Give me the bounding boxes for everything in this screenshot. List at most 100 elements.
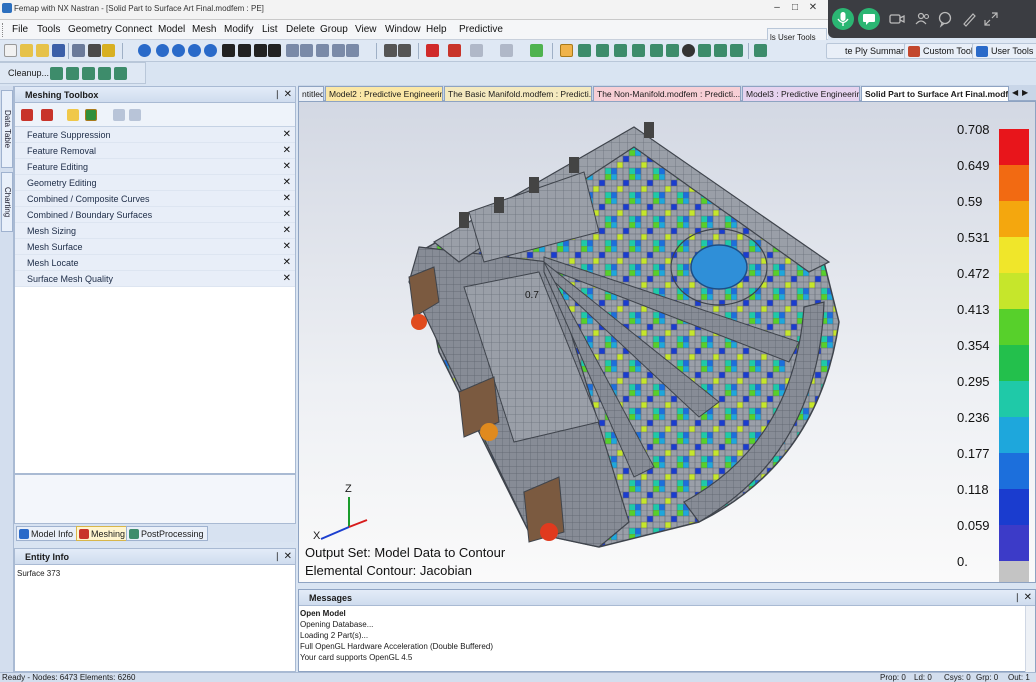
- doc-tab-untitled[interactable]: ntitled: [298, 86, 324, 101]
- close-icon[interactable]: ✕: [283, 241, 291, 252]
- toolbox-tool-2-icon[interactable]: [41, 109, 53, 121]
- workplane-icon[interactable]: [530, 44, 543, 57]
- cleanup-tool-3-icon[interactable]: [82, 67, 95, 80]
- view-left-icon[interactable]: [156, 44, 169, 57]
- close-icon[interactable]: ✕: [283, 145, 291, 156]
- menu-help[interactable]: Help: [426, 24, 447, 35]
- measure-icon[interactable]: [102, 44, 115, 57]
- pin-icon[interactable]: ❘: [1013, 592, 1021, 603]
- tool-item-feature-suppression[interactable]: Feature Suppression ✕: [15, 127, 295, 143]
- open-model-icon[interactable]: [36, 44, 49, 57]
- zoom-out-icon[interactable]: [300, 44, 313, 57]
- new-file-icon[interactable]: [4, 44, 17, 57]
- element-quality-icon[interactable]: [682, 44, 695, 57]
- doc-tab-non-manifold[interactable]: The Non-Manifold.modfem : Predicti...: [593, 86, 741, 101]
- close-icon[interactable]: ✕: [1024, 592, 1032, 603]
- zoom-fit-icon[interactable]: [332, 44, 345, 57]
- microphone-icon[interactable]: [832, 8, 854, 30]
- menu-delete[interactable]: Delete: [286, 24, 315, 35]
- doc-tab-model2[interactable]: Model2 : Predictive Engineering: [325, 86, 443, 101]
- close-button[interactable]: ✕: [804, 2, 822, 16]
- sum-icon[interactable]: [88, 44, 101, 57]
- graphics-viewport[interactable]: Z X 0.7 Output Set: Model Data to Contou…: [298, 101, 1036, 583]
- zoom-box-icon[interactable]: [316, 44, 329, 57]
- mesh-tool-1-icon[interactable]: [578, 44, 591, 57]
- zoom-in-icon[interactable]: [286, 44, 299, 57]
- arrow-left-icon[interactable]: [754, 44, 767, 57]
- close-icon[interactable]: ✕: [283, 209, 291, 220]
- toolbox-tool-6-icon[interactable]: [129, 109, 141, 121]
- comment-icon[interactable]: [934, 8, 956, 30]
- view-right-icon[interactable]: [172, 44, 185, 57]
- close-icon[interactable]: ✕: [284, 89, 292, 100]
- custom-tools-button[interactable]: Custom Tools: [904, 43, 983, 59]
- mesh-tool-2-icon[interactable]: [596, 44, 609, 57]
- view-up-icon[interactable]: [188, 44, 201, 57]
- toolbox-tool-5-icon[interactable]: [113, 109, 125, 121]
- axis-z-icon[interactable]: [254, 44, 267, 57]
- close-icon[interactable]: ✕: [284, 551, 292, 562]
- cleanup-tool-1-icon[interactable]: [50, 67, 63, 80]
- tool-item-surface-mesh-quality[interactable]: Surface Mesh Quality ✕: [15, 271, 295, 287]
- doc-tab-basic-manifold[interactable]: The Basic Manifold.modfem : Predicti...: [444, 86, 592, 101]
- tool-item-feature-removal[interactable]: Feature Removal ✕: [15, 143, 295, 159]
- chat-icon[interactable]: [858, 8, 880, 30]
- charting-tab[interactable]: Charting: [1, 172, 13, 232]
- camera-icon[interactable]: [886, 8, 908, 30]
- post-icon[interactable]: [448, 44, 461, 57]
- ply-summary-button[interactable]: te Ply Summary: [826, 43, 914, 59]
- cleanup-tool-5-icon[interactable]: [114, 67, 127, 80]
- tool-item-feature-editing[interactable]: Feature Editing ✕: [15, 159, 295, 175]
- tab-scroll-left-icon[interactable]: ◀: [1012, 88, 1018, 97]
- tool-item-combined-curves[interactable]: Combined / Composite Curves ✕: [15, 191, 295, 207]
- toolbox-tool-4-icon[interactable]: [85, 109, 97, 121]
- render-icon[interactable]: [426, 44, 439, 57]
- close-icon[interactable]: ✕: [283, 193, 291, 204]
- close-icon[interactable]: ✕: [283, 257, 291, 268]
- tool-item-mesh-sizing[interactable]: Mesh Sizing ✕: [15, 223, 295, 239]
- tab-model-info[interactable]: Model Info: [16, 526, 78, 541]
- menu-predictive[interactable]: Predictive: [459, 24, 503, 35]
- toolbox-tool-3-icon[interactable]: [67, 109, 79, 121]
- menu-connect[interactable]: Connect: [115, 24, 152, 35]
- pin-icon[interactable]: ❘: [273, 551, 281, 562]
- close-icon[interactable]: ✕: [283, 273, 291, 284]
- magnify-icon[interactable]: [346, 44, 359, 57]
- pin-icon[interactable]: ❘: [273, 89, 281, 100]
- menu-file[interactable]: File: [12, 24, 28, 35]
- grid-icon[interactable]: [384, 44, 397, 57]
- toolbox-tool-1-icon[interactable]: [21, 109, 33, 121]
- mesh-tool-4-icon[interactable]: [632, 44, 645, 57]
- mesh-tool-3-icon[interactable]: [614, 44, 627, 57]
- close-icon[interactable]: ✕: [283, 225, 291, 236]
- close-icon[interactable]: ✕: [283, 177, 291, 188]
- user-tools-button[interactable]: User Tools: [972, 43, 1036, 59]
- open-folder-icon[interactable]: [20, 44, 33, 57]
- people-icon[interactable]: [912, 8, 934, 30]
- close-icon[interactable]: ✕: [283, 161, 291, 172]
- tab-scroll-right-icon[interactable]: ▶: [1022, 88, 1028, 97]
- tool-item-mesh-surface[interactable]: Mesh Surface ✕: [15, 239, 295, 255]
- mesh-tool-7-icon[interactable]: [698, 44, 711, 57]
- axis-x-icon[interactable]: [222, 44, 235, 57]
- tool-item-mesh-locate[interactable]: Mesh Locate ✕: [15, 255, 295, 271]
- mesh-tool-5-icon[interactable]: [650, 44, 663, 57]
- menu-mesh[interactable]: Mesh: [192, 24, 216, 35]
- messages-scrollbar[interactable]: [1025, 606, 1035, 672]
- menu-tools[interactable]: Tools: [37, 24, 60, 35]
- doc-tab-model3[interactable]: Model3 : Predictive Engineering: [742, 86, 860, 101]
- axis-iso-icon[interactable]: [268, 44, 281, 57]
- menu-view[interactable]: View: [355, 24, 377, 35]
- layers-icon[interactable]: [398, 44, 411, 57]
- mesh-tool-6-icon[interactable]: [666, 44, 679, 57]
- cleanup-button[interactable]: Cleanup...: [8, 68, 49, 78]
- cleanup-tool-2-icon[interactable]: [66, 67, 79, 80]
- axis-y-icon[interactable]: [238, 44, 251, 57]
- tool-item-combined-surfaces[interactable]: Combined / Boundary Surfaces ✕: [15, 207, 295, 223]
- select-entity-icon[interactable]: [470, 44, 483, 57]
- view-rotate-icon[interactable]: [138, 44, 151, 57]
- tab-postprocessing[interactable]: PostProcessing: [126, 526, 208, 541]
- surface-mode-icon[interactable]: [560, 44, 573, 57]
- pen-icon[interactable]: [958, 8, 980, 30]
- entity-select-icon[interactable]: [72, 44, 85, 57]
